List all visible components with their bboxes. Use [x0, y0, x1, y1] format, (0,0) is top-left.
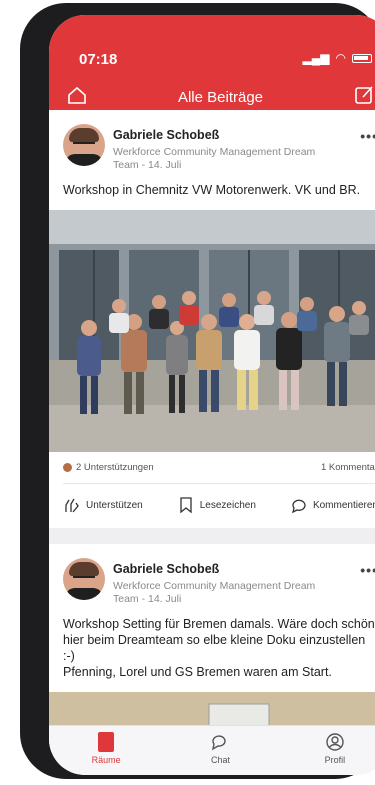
- support-button[interactable]: Unterstützen: [63, 496, 143, 514]
- tab-profile[interactable]: Profil: [278, 726, 375, 775]
- tab-chat[interactable]: Chat: [163, 726, 277, 775]
- post-header: Gabriele Schobeß Werkforce Community Man…: [49, 110, 375, 174]
- more-options-icon[interactable]: •••: [360, 562, 375, 578]
- post-photo[interactable]: [49, 210, 375, 452]
- post-header: Gabriele Schobeß Werkforce Community Man…: [49, 544, 375, 608]
- support-count[interactable]: 2 Unterstützungen: [63, 462, 154, 473]
- post-meta: Werkforce Community Management Dream Tea…: [113, 146, 316, 171]
- status-time: 07:18: [79, 51, 118, 68]
- comment-count[interactable]: 1 Kommentar: [321, 462, 375, 473]
- post-meta: Werkforce Community Management Dream Tea…: [113, 580, 316, 605]
- post-text: Workshop Setting für Bremen damals. Wäre…: [63, 617, 375, 679]
- comment-button[interactable]: Kommentieren: [290, 496, 375, 514]
- bookmark-icon: [180, 497, 192, 514]
- page-title: Alle Beiträge: [177, 89, 264, 106]
- screen: 07:18 ▂▄▆ ◠ Alle Beiträge Gabriele Schob…: [49, 15, 375, 775]
- post-actions: Unterstützen Lesezeichen Kommentieren: [63, 483, 375, 514]
- wifi-icon: ◠: [335, 51, 346, 65]
- rooms-icon: [98, 732, 115, 752]
- status-icons: ▂▄▆ ◠: [303, 51, 372, 65]
- post-author[interactable]: Gabriele Schobeß: [113, 128, 219, 142]
- supporter-avatar: [63, 463, 72, 472]
- signal-icon: ▂▄▆: [302, 51, 330, 65]
- phone-frame: 07:18 ▂▄▆ ◠ Alle Beiträge Gabriele Schob…: [20, 3, 375, 779]
- tab-bar: Räume Chat Profil: [49, 725, 375, 775]
- post-card: Gabriele Schobeß Werkforce Community Man…: [49, 544, 375, 752]
- more-options-icon[interactable]: •••: [360, 128, 375, 144]
- post-stats: 2 Unterstützungen 1 Kommentar: [49, 452, 375, 473]
- profile-icon: [326, 733, 344, 751]
- post-text: Workshop in Chemnitz VW Motorenwerk. VK …: [63, 183, 361, 197]
- support-hands-icon: [65, 498, 79, 513]
- tab-rooms[interactable]: Räume: [49, 726, 163, 775]
- post-card: Gabriele Schobeß Werkforce Community Man…: [49, 110, 375, 544]
- post-author[interactable]: Gabriele Schobeß: [113, 562, 219, 576]
- comment-icon: [291, 499, 306, 514]
- avatar[interactable]: [63, 558, 105, 600]
- avatar[interactable]: [63, 124, 105, 166]
- app-header: 07:18 ▂▄▆ ◠ Alle Beiträge: [49, 15, 375, 110]
- battery-icon: [352, 53, 372, 63]
- feed: Gabriele Schobeß Werkforce Community Man…: [49, 110, 375, 752]
- compose-icon[interactable]: [354, 85, 374, 105]
- group-photo-image: [49, 210, 375, 452]
- chat-icon: [212, 735, 227, 751]
- post-separator: [49, 528, 375, 544]
- bookmark-button[interactable]: Lesezeichen: [177, 496, 256, 514]
